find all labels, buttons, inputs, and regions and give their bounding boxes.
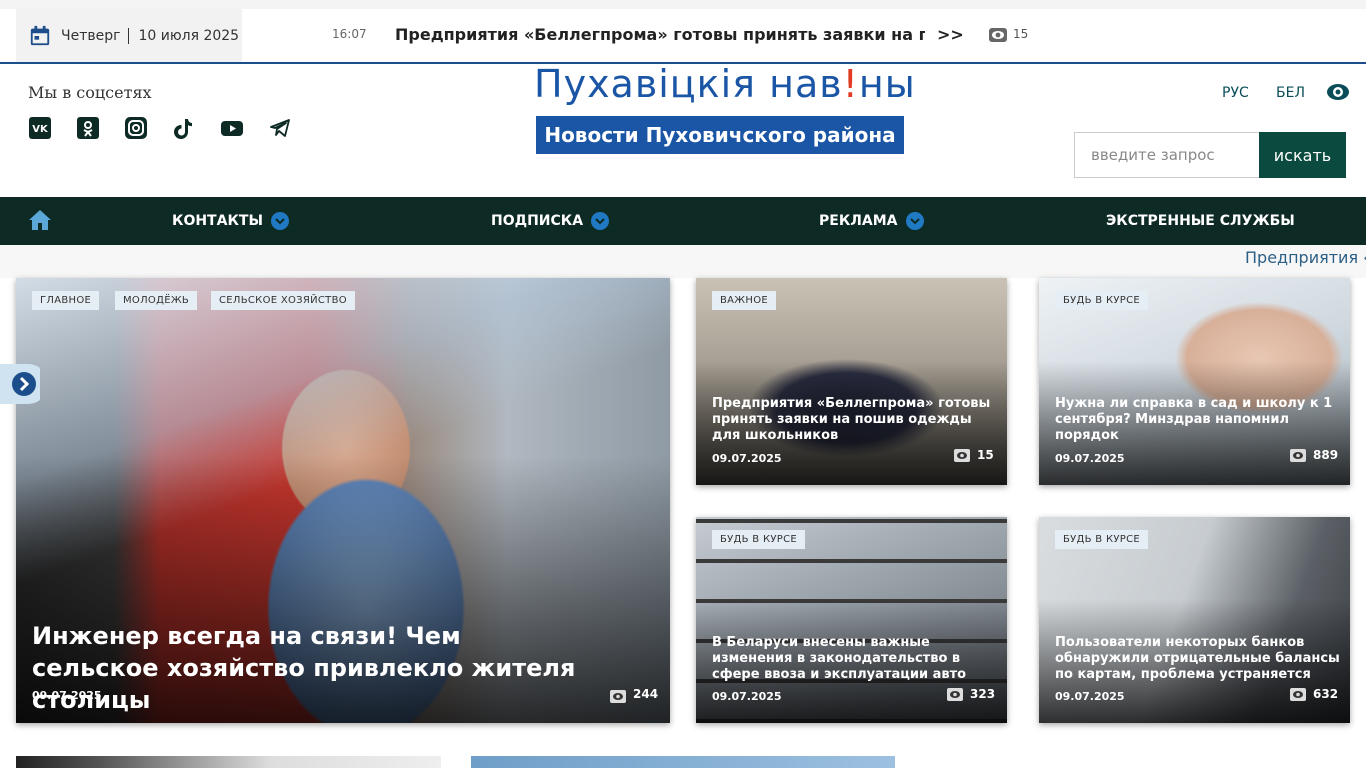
news-views: 15 — [977, 448, 994, 462]
main-nav: КОНТАКТЫ ПОДПИСКА РЕКЛАМА ЭКСТРЕННЫЕ СЛУ… — [0, 197, 1366, 245]
news-date: 09.07.2025 — [712, 690, 782, 703]
news-card[interactable]: БУДЬ В КУРСЕ Пользователи некоторых банк… — [1039, 517, 1350, 723]
category-tag[interactable]: СЕЛЬСКОЕ ХОЗЯЙСТВО — [211, 291, 355, 310]
ticker-strip-link[interactable]: Предприятия «Б — [1245, 248, 1366, 267]
news-title[interactable]: В Беларуси внесены важные изменения в за… — [712, 635, 997, 683]
nav-item-contacts[interactable]: КОНТАКТЫ — [172, 197, 289, 245]
vk-icon[interactable]: VK — [28, 116, 52, 140]
featured-news-title[interactable]: Инженер всегда на связи! Чем сельское хо… — [32, 620, 592, 716]
search-input[interactable] — [1074, 132, 1260, 178]
news-title[interactable]: Нужна ли справка в сад и школу к 1 сентя… — [1055, 396, 1340, 444]
socials-title: Мы в соцсетях — [28, 83, 152, 102]
category-tag[interactable]: МОЛОДЁЖЬ — [115, 291, 198, 310]
news-card-partial[interactable] — [16, 756, 441, 768]
site-logo[interactable]: Пухавіцкія нав!ны — [534, 62, 915, 106]
tiktok-icon[interactable] — [172, 116, 196, 140]
eye-icon — [1290, 688, 1306, 701]
news-card[interactable]: ВАЖНОЕ Предприятия «Беллегпрома» готовы … — [696, 278, 1007, 485]
odnoklassniki-icon[interactable] — [76, 116, 100, 140]
news-card[interactable]: БУДЬ В КУРСЕ Нужна ли справка в сад и шк… — [1039, 278, 1350, 485]
ticker-time: 16:07 — [332, 27, 367, 41]
instagram-icon[interactable] — [124, 116, 148, 140]
chevron-down-icon — [270, 212, 289, 230]
news-date: 09.07.2025 — [1055, 452, 1125, 465]
category-tag[interactable]: ВАЖНОЕ — [712, 291, 776, 310]
news-views: 632 — [1313, 687, 1339, 701]
news-card[interactable]: БУДЬ В КУРСЕ В Беларуси внесены важные и… — [696, 517, 1007, 723]
eye-icon — [1290, 449, 1306, 462]
logo-text-2: ны — [858, 62, 916, 106]
news-views: 889 — [1313, 448, 1339, 462]
eye-icon — [947, 688, 963, 701]
category-tag[interactable]: ГЛАВНОЕ — [32, 291, 100, 310]
ticker-next-button[interactable]: >> — [937, 25, 964, 44]
category-tag[interactable]: БУДЬ В КУРСЕ — [1055, 291, 1148, 310]
social-links: VK — [28, 116, 292, 140]
nav-item-advertising[interactable]: РЕКЛАМА — [819, 197, 924, 245]
calendar-icon — [30, 25, 50, 45]
lang-ru-link[interactable]: РУС — [1222, 85, 1249, 101]
news-views: 244 — [633, 687, 659, 701]
date-box: Четверг 10 июля 2025 — [16, 9, 242, 62]
home-icon[interactable] — [28, 209, 52, 231]
nav-label: РЕКЛАМА — [819, 213, 898, 229]
news-ticker-strip: Предприятия «Б — [0, 245, 1366, 278]
weekday: Четверг — [61, 27, 130, 44]
top-bar: Четверг 10 июля 2025 16:07 Предприятия «… — [0, 0, 1366, 64]
eye-icon — [989, 28, 1007, 42]
ticker-headline-link[interactable]: Предприятия «Беллегпрома» готовы принять… — [395, 25, 925, 44]
chevron-down-icon — [591, 212, 610, 230]
news-card-partial[interactable] — [471, 756, 895, 768]
telegram-icon[interactable] — [268, 116, 292, 140]
eye-icon — [610, 690, 626, 703]
logo-exclamation: ! — [842, 62, 859, 106]
news-date: 09.07.2025 — [712, 452, 782, 465]
eye-icon — [954, 449, 970, 462]
news-views: 323 — [970, 687, 996, 701]
nav-label: ЭКСТРЕННЫЕ СЛУЖБЫ — [1106, 213, 1295, 229]
nav-label: КОНТАКТЫ — [172, 213, 263, 229]
svg-text:VK: VK — [32, 124, 49, 135]
current-date: 10 июля 2025 — [138, 27, 240, 44]
youtube-icon[interactable] — [220, 116, 244, 140]
news-title[interactable]: Пользователи некоторых банков обнаружили… — [1055, 635, 1345, 683]
ticker-views: 15 — [1013, 27, 1029, 41]
accessibility-eye-icon[interactable] — [1326, 82, 1350, 102]
nav-item-subscription[interactable]: ПОДПИСКА — [491, 197, 610, 245]
category-tag[interactable]: БУДЬ В КУРСЕ — [712, 530, 805, 549]
category-tag[interactable]: БУДЬ В КУРСЕ — [1055, 530, 1148, 549]
search-button[interactable]: искать — [1259, 132, 1346, 178]
featured-news-card[interactable]: ГЛАВНОЕ МОЛОДЁЖЬ СЕЛЬСКОЕ ХОЗЯЙСТВО Инже… — [16, 278, 670, 723]
nav-item-emergency[interactable]: ЭКСТРЕННЫЕ СЛУЖБЫ — [1106, 197, 1295, 245]
news-date: 09.07.2025 — [1055, 690, 1125, 703]
logo-text-1: Пухавіцкія нав — [534, 62, 843, 106]
slider-next-arrow-icon[interactable] — [0, 364, 40, 404]
chevron-down-icon — [905, 212, 924, 230]
nav-label: ПОДПИСКА — [491, 213, 584, 229]
news-title[interactable]: Предприятия «Беллегпрома» готовы принять… — [712, 396, 992, 444]
lang-be-link[interactable]: БЕЛ — [1276, 85, 1305, 101]
news-date: 09.07.2025 — [32, 689, 102, 702]
logo-subtitle: Новости Пуховичского района — [536, 116, 904, 154]
